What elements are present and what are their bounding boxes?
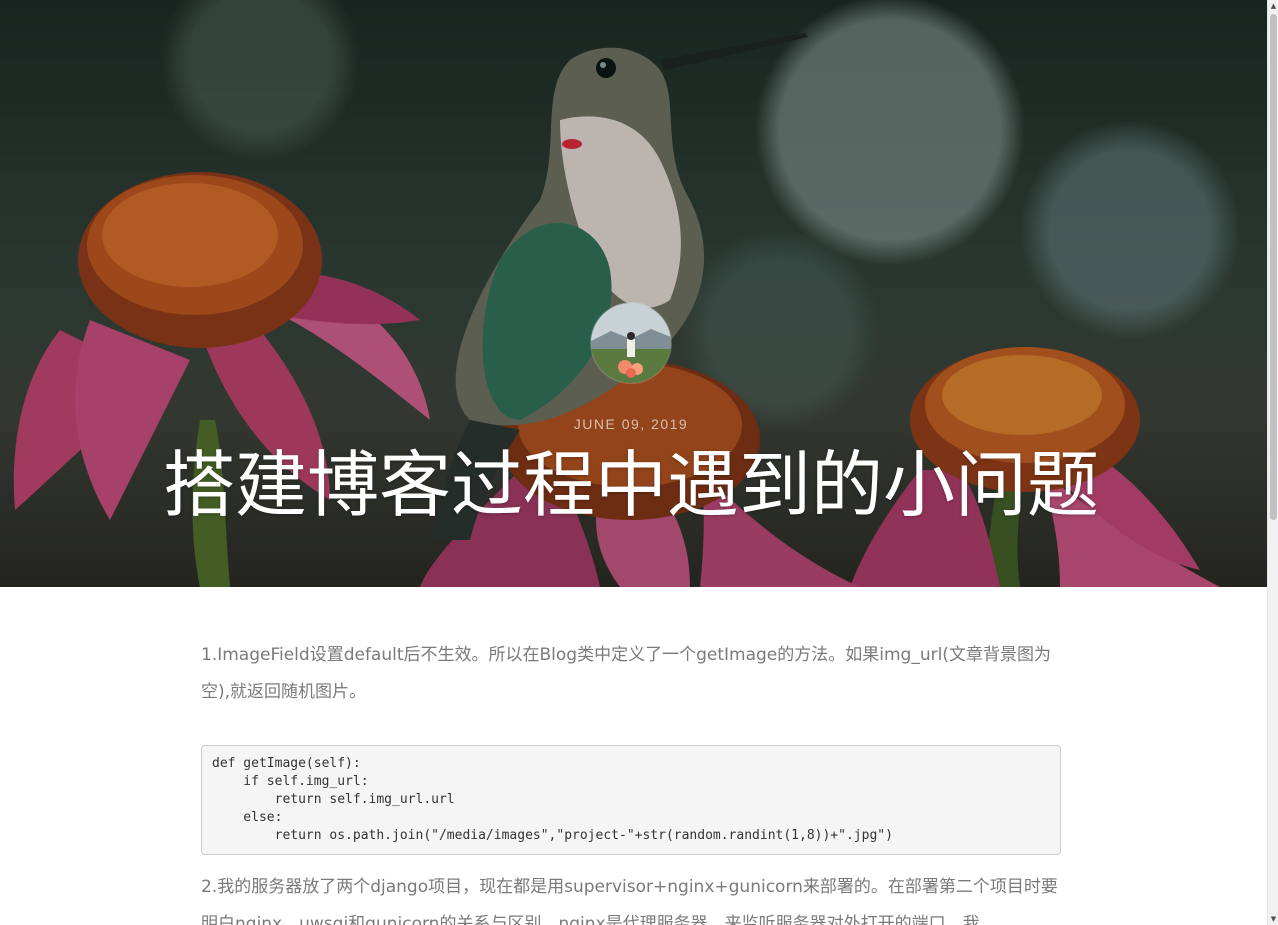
- scroll-up-arrow[interactable]: ▲: [1268, 0, 1278, 12]
- code-line: def getImage(self):: [212, 756, 361, 771]
- code-line: else:: [212, 810, 283, 825]
- post-title: 搭建博客过程中遇到的小问题: [162, 443, 1099, 527]
- vertical-scrollbar[interactable]: ▲ ▼: [1267, 0, 1278, 925]
- code-line: return self.img_url.url: [212, 792, 455, 807]
- article-paragraph: 2.我的服务器放了两个django项目，现在都是用supervisor+ngin…: [201, 877, 1058, 925]
- scrollbar-thumb[interactable]: [1270, 14, 1277, 520]
- author-avatar[interactable]: [591, 303, 671, 383]
- scroll-down-arrow[interactable]: ▼: [1268, 913, 1278, 925]
- post-date: JUNE 09, 2019: [573, 416, 689, 432]
- avatar-photo: [591, 303, 671, 383]
- code-line: if self.img_url:: [212, 774, 369, 789]
- blog-post-page: JUNE 09, 2019 搭建博客过程中遇到的小问题 1.ImageField…: [0, 0, 1278, 925]
- code-block: def getImage(self): if self.img_url: ret…: [201, 745, 1061, 855]
- hero-header: JUNE 09, 2019 搭建博客过程中遇到的小问题: [0, 0, 1267, 587]
- article-body: 1.ImageField设置default后不生效。所以在Blog类中定义了一个…: [201, 637, 1061, 925]
- article-paragraph: 1.ImageField设置default后不生效。所以在Blog类中定义了一个…: [201, 645, 1051, 702]
- code-line: return os.path.join("/media/images","pro…: [212, 828, 893, 843]
